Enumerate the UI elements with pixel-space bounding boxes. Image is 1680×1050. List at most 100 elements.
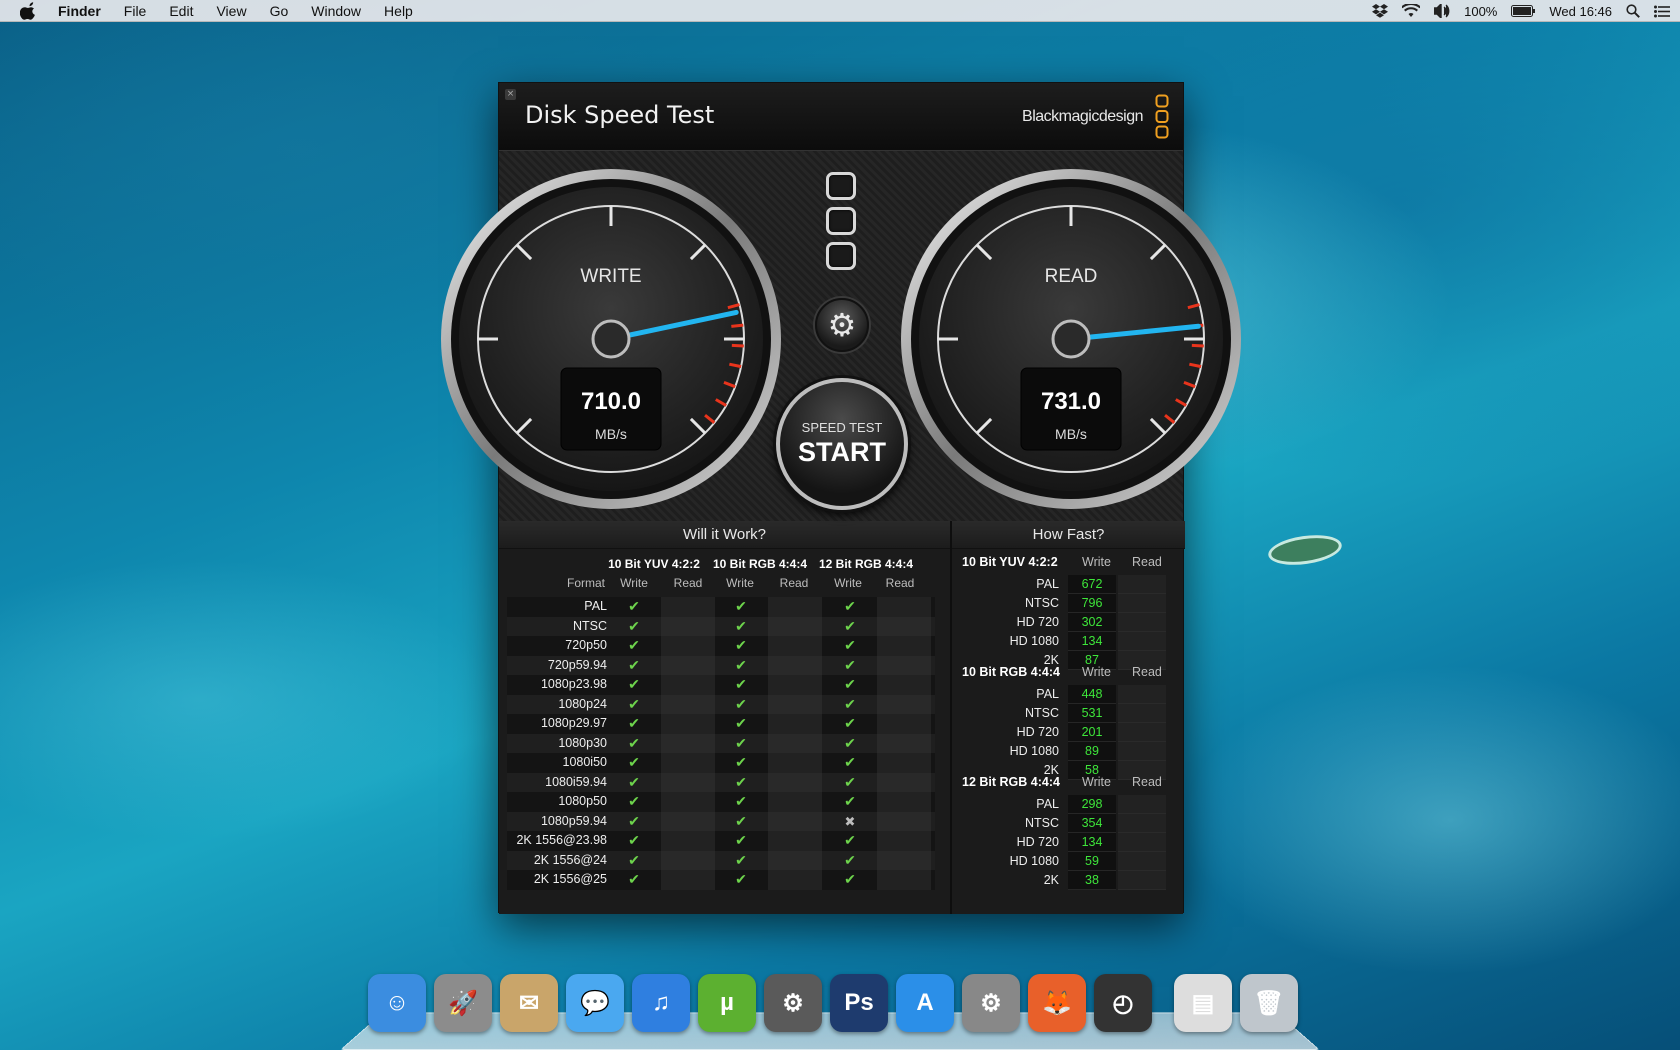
format-cell: 1080p59.94 bbox=[540, 813, 607, 828]
logo-box-icon bbox=[826, 172, 856, 200]
format-cell: NTSC bbox=[1024, 596, 1059, 610]
read-result-cell bbox=[661, 694, 715, 714]
read-result-cell bbox=[661, 714, 715, 734]
format-cell: 720p50 bbox=[565, 638, 607, 652]
checkmark-icon: ✔ bbox=[628, 695, 640, 712]
subheader-write: Write bbox=[1082, 665, 1111, 679]
format-cell: 1080p23.98 bbox=[540, 677, 607, 691]
format-cell: HD 1080 bbox=[1009, 634, 1059, 648]
subheader-write: Write bbox=[620, 576, 648, 590]
format-cell: 2K 1556@23.98 bbox=[516, 833, 607, 847]
firefox-icon[interactable]: 🦊 bbox=[1028, 974, 1086, 1032]
battery-icon[interactable] bbox=[1511, 5, 1536, 17]
table-row: 2K 1556@24 ✔ ✔ ✔ bbox=[507, 850, 935, 870]
app-store-icon[interactable]: A bbox=[896, 974, 954, 1032]
finder-icon[interactable]: ☺ bbox=[368, 974, 426, 1032]
checkmark-icon: ✔ bbox=[844, 637, 856, 653]
read-fps-cell bbox=[1118, 833, 1166, 852]
system-preferences-icon[interactable]: ⚙ bbox=[962, 974, 1020, 1032]
wifi-icon[interactable] bbox=[1402, 4, 1421, 18]
format-cell: 1080i59.94 bbox=[545, 774, 607, 789]
read-result-cell bbox=[661, 597, 715, 617]
volume-icon[interactable] bbox=[1434, 4, 1450, 18]
read-fps-cell bbox=[1118, 742, 1166, 761]
read-result-cell bbox=[877, 675, 931, 695]
close-button[interactable]: × bbox=[505, 89, 516, 100]
format-cell: HD 720 bbox=[1016, 725, 1059, 739]
checkmark-icon: ✔ bbox=[844, 656, 856, 673]
fps-value: 298 bbox=[1068, 795, 1116, 814]
checkmark-icon: ✔ bbox=[628, 851, 640, 868]
table-row: HD 1080 59 bbox=[952, 852, 1185, 871]
checkmark-icon: ✔ bbox=[735, 734, 747, 751]
disk-speed-test-icon[interactable]: ◴ bbox=[1094, 974, 1152, 1032]
checkmark-icon: ✔ bbox=[735, 598, 747, 614]
start-button[interactable]: SPEED TEST START bbox=[776, 378, 908, 510]
utorrent-icon[interactable]: µ bbox=[698, 974, 756, 1032]
checkmark-icon: ✔ bbox=[844, 754, 856, 770]
apple-menu-icon[interactable] bbox=[20, 1, 38, 20]
format-cell: 1080p30 bbox=[558, 735, 607, 750]
battery-percent: 100% bbox=[1464, 3, 1498, 19]
read-fps-cell bbox=[1118, 795, 1166, 814]
launchpad-icon[interactable]: 🚀 bbox=[434, 974, 492, 1032]
steam-icon[interactable]: ⚙ bbox=[764, 974, 822, 1032]
read-result-cell bbox=[768, 675, 822, 695]
menu-edit[interactable]: Edit bbox=[169, 3, 193, 19]
read-result-cell bbox=[877, 694, 931, 714]
menu-go[interactable]: Go bbox=[270, 3, 289, 19]
menu-window[interactable]: Window bbox=[311, 3, 361, 19]
checkmark-icon: ✔ bbox=[844, 832, 856, 848]
subheader-read: Read bbox=[1132, 555, 1162, 569]
menu-file[interactable]: File bbox=[124, 3, 147, 19]
messages-icon[interactable]: 💬 bbox=[566, 974, 624, 1032]
read-fps-cell bbox=[1118, 852, 1166, 871]
table-row: 1080i59.94 ✔ ✔ ✔ bbox=[507, 772, 935, 792]
menubar-clock[interactable]: Wed 16:46 bbox=[1549, 4, 1612, 19]
fps-value: 89 bbox=[1068, 742, 1116, 761]
checkmark-icon: ✔ bbox=[628, 656, 640, 673]
how-fast-group-title: 10 Bit YUV 4:2:2 bbox=[962, 555, 1058, 569]
notification-center-icon[interactable] bbox=[1654, 5, 1670, 18]
table-row: 2K 38 bbox=[952, 871, 1185, 890]
dropbox-icon[interactable] bbox=[1372, 4, 1389, 18]
checkmark-icon: ✔ bbox=[628, 715, 640, 731]
format-cell: 2K bbox=[1043, 873, 1059, 887]
menu-help[interactable]: Help bbox=[384, 3, 413, 19]
read-result-cell bbox=[768, 714, 822, 734]
fps-value: 201 bbox=[1068, 723, 1116, 742]
menu-finder[interactable]: Finder bbox=[58, 3, 101, 19]
format-cell: PAL bbox=[1036, 687, 1059, 701]
downloads-stack-icon[interactable]: ▤ bbox=[1174, 974, 1232, 1032]
menu-view[interactable]: View bbox=[216, 3, 246, 19]
window-titlebar[interactable]: × Disk Speed Test Blackmagicdesign bbox=[499, 83, 1183, 151]
read-result-cell bbox=[768, 733, 822, 753]
checkmark-icon: ✔ bbox=[735, 812, 747, 829]
checkmark-icon: ✔ bbox=[628, 734, 640, 751]
table-row: HD 720 302 bbox=[952, 613, 1185, 632]
checkmark-icon: ✔ bbox=[628, 832, 640, 848]
read-result-cell bbox=[877, 870, 931, 890]
read-result-cell bbox=[768, 655, 822, 675]
subheader-write: Write bbox=[834, 576, 862, 590]
checkmark-icon: ✔ bbox=[844, 617, 856, 634]
trash-icon[interactable]: 🗑 bbox=[1240, 974, 1298, 1032]
brand-name: Blackmagicdesign bbox=[1022, 108, 1143, 125]
table-row: NTSC 796 bbox=[952, 594, 1185, 613]
format-cell: NTSC bbox=[1024, 816, 1059, 830]
gear-icon: ⚙ bbox=[827, 306, 857, 344]
checkmark-icon: ✔ bbox=[844, 793, 856, 809]
spotlight-search-icon[interactable] bbox=[1626, 4, 1640, 18]
write-gauge: WRITE 710.0 MB/s bbox=[440, 168, 782, 510]
checkmark-icon: ✔ bbox=[735, 851, 747, 868]
read-result-cell bbox=[661, 655, 715, 675]
settings-button[interactable]: ⚙ bbox=[815, 298, 869, 352]
checkmark-icon: ✔ bbox=[628, 793, 640, 809]
mail-icon[interactable]: ✉ bbox=[500, 974, 558, 1032]
table-row: 720p59.94 ✔ ✔ ✔ bbox=[507, 655, 935, 675]
checkmark-icon: ✔ bbox=[735, 773, 747, 790]
format-cell: 2K 1556@24 bbox=[533, 852, 607, 867]
table-row: NTSC ✔ ✔ ✔ bbox=[507, 616, 935, 636]
photoshop-icon[interactable]: Ps bbox=[830, 974, 888, 1032]
itunes-icon[interactable]: ♫ bbox=[632, 974, 690, 1032]
